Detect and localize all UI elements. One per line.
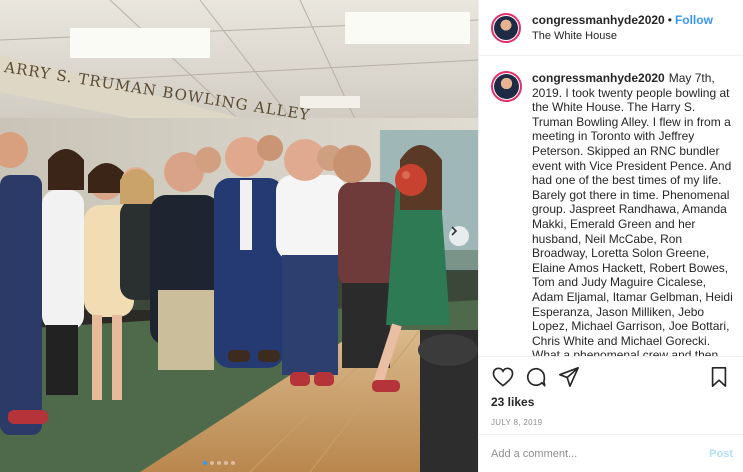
separator: • <box>667 12 672 27</box>
carousel-dots <box>203 461 235 465</box>
avatar[interactable] <box>491 12 521 43</box>
comment-icon[interactable] <box>524 365 548 389</box>
share-icon[interactable] <box>557 365 581 389</box>
carousel-dot <box>210 461 214 465</box>
heart-icon[interactable] <box>491 365 515 389</box>
carousel-dot <box>203 461 207 465</box>
carousel-dot <box>231 461 235 465</box>
caption-row: congressmanhyde2020 May 7th, 2019. I took… <box>491 71 735 356</box>
comments-section[interactable]: congressmanhyde2020 May 7th, 2019. I took… <box>479 57 743 356</box>
actions-area: 23 likes JULY 8, 2019 <box>479 356 743 427</box>
carousel-dot <box>224 461 228 465</box>
action-bar <box>491 357 731 397</box>
add-comment-bar: Post <box>479 434 743 472</box>
carousel-dot <box>217 461 221 465</box>
caption-avatar[interactable] <box>491 71 522 102</box>
post-header: congressmanhyde2020 • Follow The White Hou… <box>479 0 743 56</box>
caption-username-link[interactable]: congressmanhyde2020 <box>532 71 665 85</box>
post-date: JULY 8, 2019 <box>491 418 543 427</box>
location-link[interactable]: The White House <box>532 28 713 44</box>
bookmark-icon[interactable] <box>707 365 731 389</box>
caption-text: May 7th, 2019. I took twenty people bowl… <box>532 71 733 356</box>
post-photo[interactable]: ARRY S. TRUMAN BOWLING ALLEY <box>0 0 478 472</box>
chevron-right-icon[interactable] <box>449 226 469 246</box>
comment-input[interactable] <box>491 447 710 460</box>
likes-count[interactable]: 23 likes <box>491 395 731 409</box>
username-link[interactable]: congressmanhyde2020 <box>532 13 665 27</box>
post-panel: congressmanhyde2020 • Follow The White Hou… <box>478 0 743 472</box>
post-comment-button[interactable]: Post <box>709 448 733 460</box>
follow-button[interactable]: Follow <box>675 13 713 27</box>
post-caption: congressmanhyde2020 May 7th, 2019. I took… <box>532 71 735 356</box>
